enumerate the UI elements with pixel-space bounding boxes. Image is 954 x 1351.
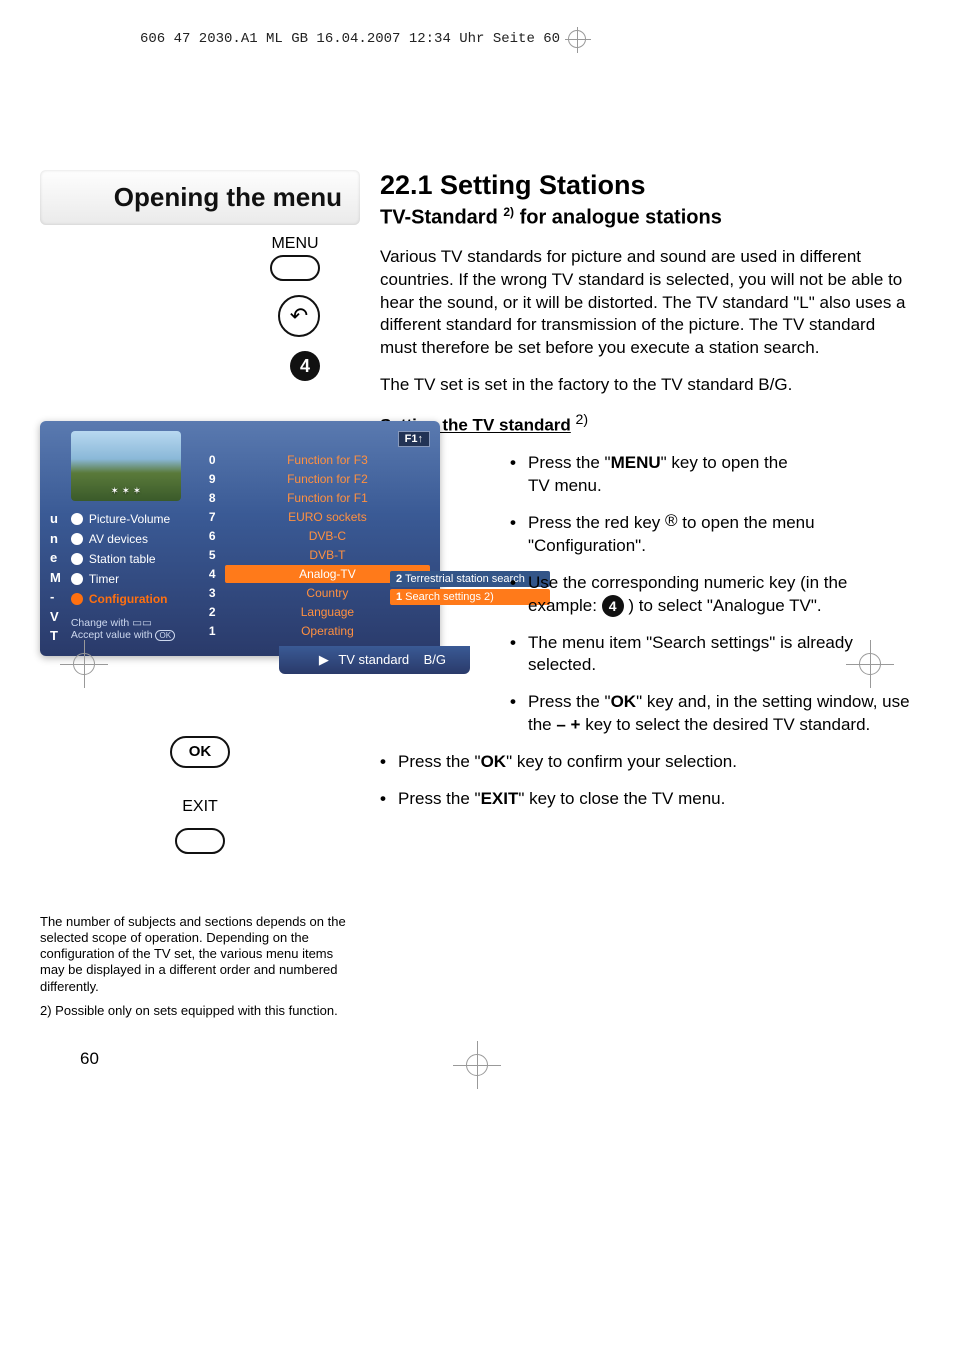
list-item: Press the "EXIT" key to close the TV men… xyxy=(380,788,914,811)
tv-hint: Change with ▭▭ Accept value with OK xyxy=(71,617,201,641)
std-label: TV standard xyxy=(338,652,409,667)
sidebar-item: Timer xyxy=(71,569,201,589)
menu-row: 0Function for F3 xyxy=(209,451,430,469)
tv-standard-line: ▶ TV standard B/G xyxy=(279,646,470,674)
back-arrow-icon: ↶ xyxy=(290,303,308,329)
numeric-4-icon: 4 xyxy=(290,351,320,381)
exit-label: EXIT xyxy=(175,798,225,816)
menu-button-icon xyxy=(270,255,320,281)
list-item: Press the "OK" key to confirm your selec… xyxy=(380,751,914,774)
sidebar-item: AV devices xyxy=(71,529,201,549)
paragraph-2: The TV set is set in the factory to the … xyxy=(380,374,914,397)
preview-thumbnail: ✶ ✶ ✶ xyxy=(71,431,181,501)
tv-menu-screenshot: uneM-VT ✶ ✶ ✶ Picture-VolumeAV devicesSt… xyxy=(40,421,440,656)
header-text: 606 47 2030.A1 ML GB 16.04.2007 12:34 Uh… xyxy=(140,31,560,47)
menu-row: 9Function for F2 xyxy=(209,470,430,488)
page-number: 60 xyxy=(80,1049,360,1069)
stars: ✶ ✶ ✶ xyxy=(110,486,141,497)
remote-sequence: MENU ↶ 4 xyxy=(40,235,360,381)
list-item: Press the "OK" key and, in the setting w… xyxy=(510,691,914,737)
register-mark-icon xyxy=(846,640,894,688)
print-header: 606 47 2030.A1 ML GB 16.04.2007 12:34 Uh… xyxy=(140,30,586,48)
left-heading-block: Opening the menu xyxy=(40,170,360,225)
f1-indicator: F1↑ xyxy=(398,431,430,447)
list-item: Press the "MENU" key to open theTV menu. xyxy=(510,452,914,498)
section-subtitle: TV-Standard 2) for analogue stations xyxy=(380,205,914,230)
bullet-list-right: Press the "MENU" key to open theTV menu.… xyxy=(510,452,914,737)
section-title: 22.1 Setting Stations xyxy=(380,170,914,201)
menu-row: 5DVB-T xyxy=(209,546,430,564)
register-mark-icon xyxy=(453,1041,501,1089)
bullet-list-lower: Press the "OK" key to confirm your selec… xyxy=(380,751,914,811)
footnote-2: 2) Possible only on sets equipped with t… xyxy=(40,1003,350,1019)
sidebar-item: Configuration xyxy=(71,589,201,609)
sub-heading: Setting the TV standard 2) xyxy=(380,411,914,438)
tv-menu-vertical-label: uneM-VT xyxy=(50,431,61,646)
list-item: Use the corresponding numeric key (in th… xyxy=(510,572,914,618)
sidebar-item: Picture-Volume xyxy=(71,509,201,529)
ok-button-icon: OK xyxy=(170,736,230,768)
back-button-icon: ↶ xyxy=(278,295,320,337)
footnote-1: The number of subjects and sections depe… xyxy=(40,914,350,995)
paragraph-1: Various TV standards for picture and sou… xyxy=(380,246,914,361)
menu-row: 1Operating xyxy=(209,622,430,640)
sidebar-item: Station table xyxy=(71,549,201,569)
menu-row: 6DVB-C xyxy=(209,527,430,545)
menu-row: 7EURO sockets xyxy=(209,508,430,526)
menu-row: 8Function for F1 xyxy=(209,489,430,507)
register-mark-icon xyxy=(60,640,108,688)
left-heading: Opening the menu xyxy=(58,182,342,213)
list-item: Press the red key ® to open the menu "Co… xyxy=(510,512,914,558)
menu-label: MENU xyxy=(270,235,320,253)
std-value: B/G xyxy=(424,652,446,667)
play-icon: ▶ xyxy=(319,652,329,667)
exit-button-icon xyxy=(175,828,225,854)
fold-mark-icon xyxy=(568,30,586,48)
